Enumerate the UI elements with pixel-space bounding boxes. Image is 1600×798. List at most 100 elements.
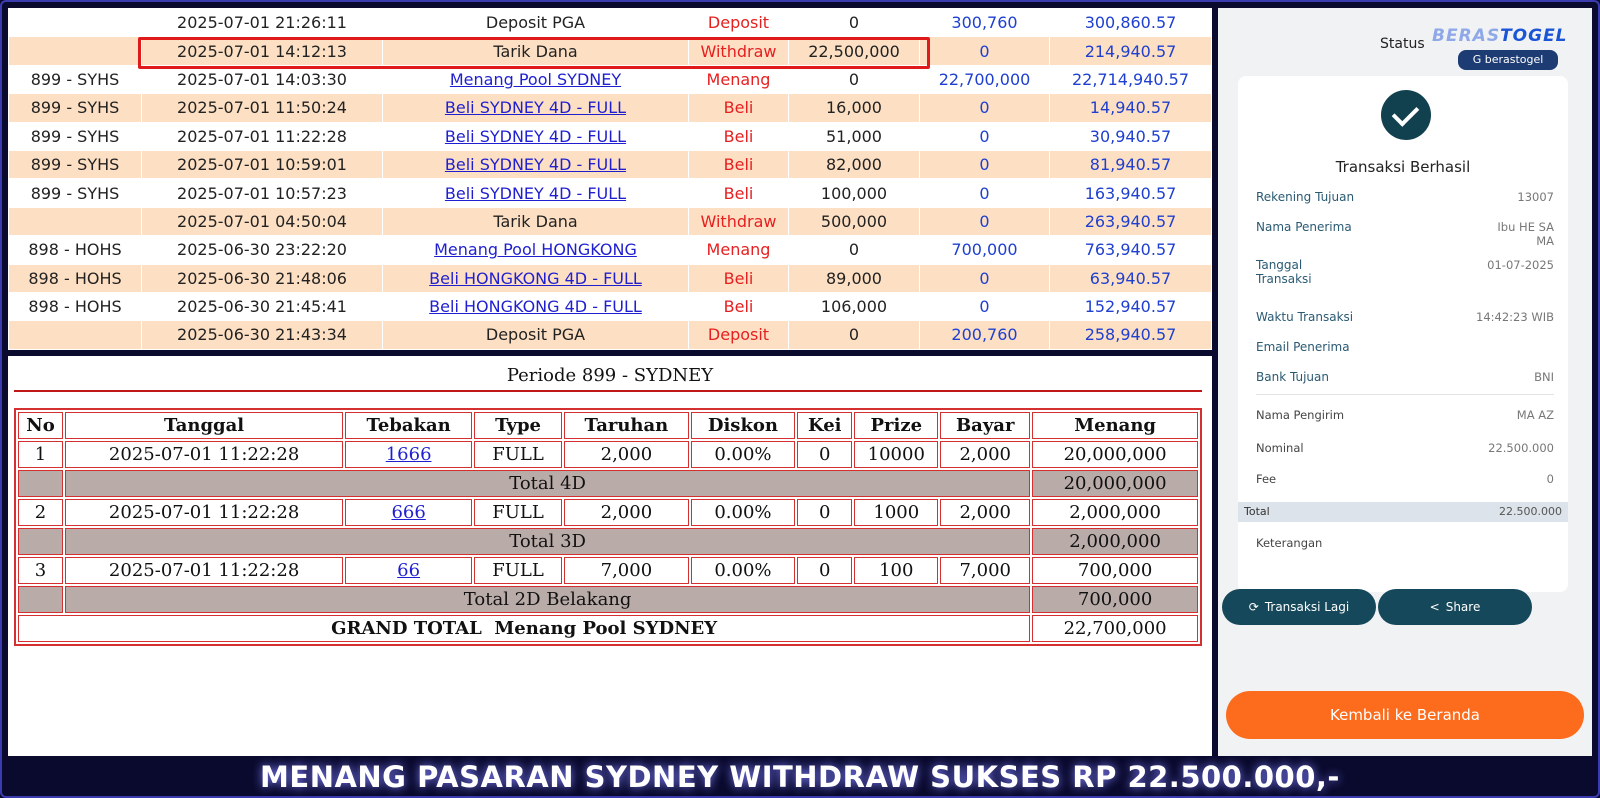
- txn-credit-cell: 0: [919, 263, 1050, 293]
- kembali-beranda-button[interactable]: Kembali ke Beranda: [1226, 691, 1584, 739]
- txn-credit-cell: 22,700,000: [919, 64, 1050, 95]
- txn-desc-link[interactable]: Beli HONGKONG 4D - FULL: [429, 269, 642, 288]
- header-type: Type: [474, 412, 562, 439]
- bet-cell: 0: [797, 557, 853, 584]
- txn-code-cell: 898 - HOHS: [8, 263, 142, 293]
- bet-cell: 2025-07-01 11:22:28: [65, 441, 344, 468]
- header-no: No: [18, 412, 63, 439]
- subtotal-label: Total 4D: [65, 470, 1031, 497]
- txn-credit-cell: 0: [919, 93, 1050, 123]
- subtotal-blank: [18, 586, 63, 613]
- bet-cell: 0.00%: [690, 499, 796, 526]
- divider: [1256, 394, 1554, 395]
- row-tanggal: Tanggal Transaksi 01-07-2025: [1256, 258, 1554, 292]
- tanggal-value: 01-07-2025: [1487, 258, 1554, 272]
- txn-code-cell: 899 - SYHS: [8, 64, 142, 95]
- txn-desc-link[interactable]: Menang Pool SYDNEY: [450, 70, 621, 89]
- waktu-value: 14:42:23 WIB: [1476, 310, 1554, 324]
- bet-cell: 2,000,000: [1032, 499, 1198, 526]
- bet-cell: 3: [18, 557, 63, 584]
- txn-desc-link[interactable]: Menang Pool HONGKONG: [434, 240, 637, 259]
- txn-date-cell: 2025-07-01 10:57:23: [141, 178, 383, 208]
- logo-part-a: BERAS: [1432, 26, 1501, 46]
- bet-cell: 666: [345, 499, 473, 526]
- refresh-icon: ⟳: [1248, 600, 1259, 614]
- txn-desc-link[interactable]: Beli SYDNEY 4D - FULL: [445, 98, 626, 117]
- txn-desc-cell: Deposit PGA: [382, 8, 689, 38]
- bet-cell: 10000: [854, 441, 939, 468]
- highlight-box: [138, 37, 930, 69]
- subtotal-row: Total 4D 20,000,000: [18, 470, 1198, 497]
- share-button[interactable]: < Share: [1378, 589, 1532, 625]
- bet-cell: 2,000: [940, 499, 1031, 526]
- txn-code-cell: [8, 36, 142, 66]
- transaction-row: 2025-06-30 21:43:34 Deposit PGA Deposit 0 20…: [8, 320, 1212, 350]
- bet-row: 3 2025-07-01 11:22:28 66 FULL 7,000 0.00% 0 100…: [18, 557, 1198, 584]
- transaction-row: 898 - HOHS 2025-06-30 21:48:06 Beli HONGKO…: [8, 263, 1212, 293]
- txn-credit-cell: 300,760: [919, 8, 1050, 38]
- txn-balance-cell: 22,714,940.57: [1049, 64, 1212, 95]
- transaction-row: 2025-07-01 21:26:11 Deposit PGA Deposit 0 30…: [8, 8, 1212, 38]
- txn-desc-link[interactable]: Beli SYDNEY 4D - FULL: [445, 184, 626, 203]
- txn-balance-cell: 30,940.57: [1049, 121, 1212, 151]
- txn-balance-cell: 14,940.57: [1049, 93, 1212, 123]
- fee-value: 0: [1546, 472, 1554, 486]
- txn-balance-cell: 63,940.57: [1049, 263, 1212, 293]
- txn-debit-cell: 51,000: [788, 121, 920, 151]
- txn-debit-cell: 16,000: [788, 93, 920, 123]
- txn-desc-cell: Beli HONGKONG 4D - FULL: [382, 263, 689, 293]
- bet-cell: 20,000,000: [1032, 441, 1198, 468]
- txn-credit-cell: 0: [919, 36, 1050, 66]
- txn-desc-link[interactable]: Beli SYDNEY 4D - FULL: [445, 155, 626, 174]
- rekening-value: 13007: [1517, 190, 1554, 204]
- bet-cell: FULL: [474, 499, 562, 526]
- txn-type-cell: Deposit: [688, 320, 789, 350]
- txn-date-cell: 2025-07-01 04:50:04: [141, 206, 383, 237]
- receipt-card: Transaksi Berhasil Rekening Tujuan 13007…: [1238, 76, 1568, 592]
- txn-date-cell: 2025-07-01 21:26:11: [141, 8, 383, 38]
- txn-debit-cell: 0: [788, 64, 920, 95]
- txn-balance-cell: 163,940.57: [1049, 178, 1212, 208]
- bet-cell: 700,000: [1032, 557, 1198, 584]
- grand-total-value: 22,700,000: [1032, 615, 1198, 642]
- tanggal-label: Tanggal: [1256, 258, 1303, 272]
- txn-type-cell: Beli: [688, 291, 789, 322]
- txn-code-cell: 899 - SYHS: [8, 178, 142, 208]
- period-title: Periode 899 - SYDNEY: [506, 365, 714, 386]
- header-bayar: Bayar: [940, 412, 1031, 439]
- txn-type-cell: Beli: [688, 121, 789, 151]
- tebakan-link[interactable]: 666: [391, 502, 425, 523]
- txn-desc-cell: Beli SYDNEY 4D - FULL: [382, 121, 689, 151]
- transaksi-lagi-button[interactable]: ⟳ Transaksi Lagi: [1222, 589, 1376, 625]
- tanggal-label-2: Transaksi: [1256, 272, 1312, 286]
- txn-date-cell: 2025-06-30 21:43:34: [141, 320, 383, 350]
- transaction-row: 899 - SYHS 2025-07-01 11:50:24 Beli SYDNEY…: [8, 93, 1212, 123]
- row-penerima: Nama Penerima Ibu HE SA MA: [1256, 220, 1554, 254]
- txn-desc-cell: Beli SYDNEY 4D - FULL: [382, 93, 689, 123]
- transaction-row: 899 - SYHS 2025-07-01 10:57:23 Beli SYDNEY…: [8, 178, 1212, 208]
- txn-date-cell: 2025-06-30 21:45:41: [141, 291, 383, 322]
- tebakan-link[interactable]: 66: [397, 560, 420, 581]
- txn-desc-cell: Menang Pool HONGKONG: [382, 235, 689, 265]
- txn-balance-cell: 300,860.57: [1049, 8, 1212, 38]
- logo-part-b: TOGEL: [1500, 26, 1568, 46]
- txn-credit-cell: 0: [919, 149, 1050, 180]
- total-label: Total: [1244, 505, 1270, 518]
- keterangan-label: Keterangan: [1256, 536, 1323, 550]
- table-header-row: No Tanggal Tebakan Type Taruhan Diskon Kei Priz…: [18, 412, 1198, 439]
- txn-desc-link[interactable]: Beli SYDNEY 4D - FULL: [445, 127, 626, 146]
- bet-cell: 7,000: [564, 557, 689, 584]
- txn-date-cell: 2025-06-30 21:48:06: [141, 263, 383, 293]
- txn-type-cell: Menang: [688, 235, 789, 265]
- bet-cell: 1: [18, 441, 63, 468]
- txn-type-cell: Deposit: [688, 8, 789, 38]
- txn-balance-cell: 152,940.57: [1049, 291, 1212, 322]
- tebakan-link[interactable]: 1666: [386, 444, 432, 465]
- penerima-label: Nama Penerima: [1256, 220, 1352, 234]
- header-menang: Menang: [1032, 412, 1198, 439]
- txn-desc-link[interactable]: Beli HONGKONG 4D - FULL: [429, 297, 642, 316]
- subtotal-blank: [18, 528, 63, 555]
- brand-logo: BERASTOGEL: [1432, 26, 1568, 46]
- txn-debit-cell: 0: [788, 8, 920, 38]
- row-total: Total 22.500.000: [1238, 502, 1568, 522]
